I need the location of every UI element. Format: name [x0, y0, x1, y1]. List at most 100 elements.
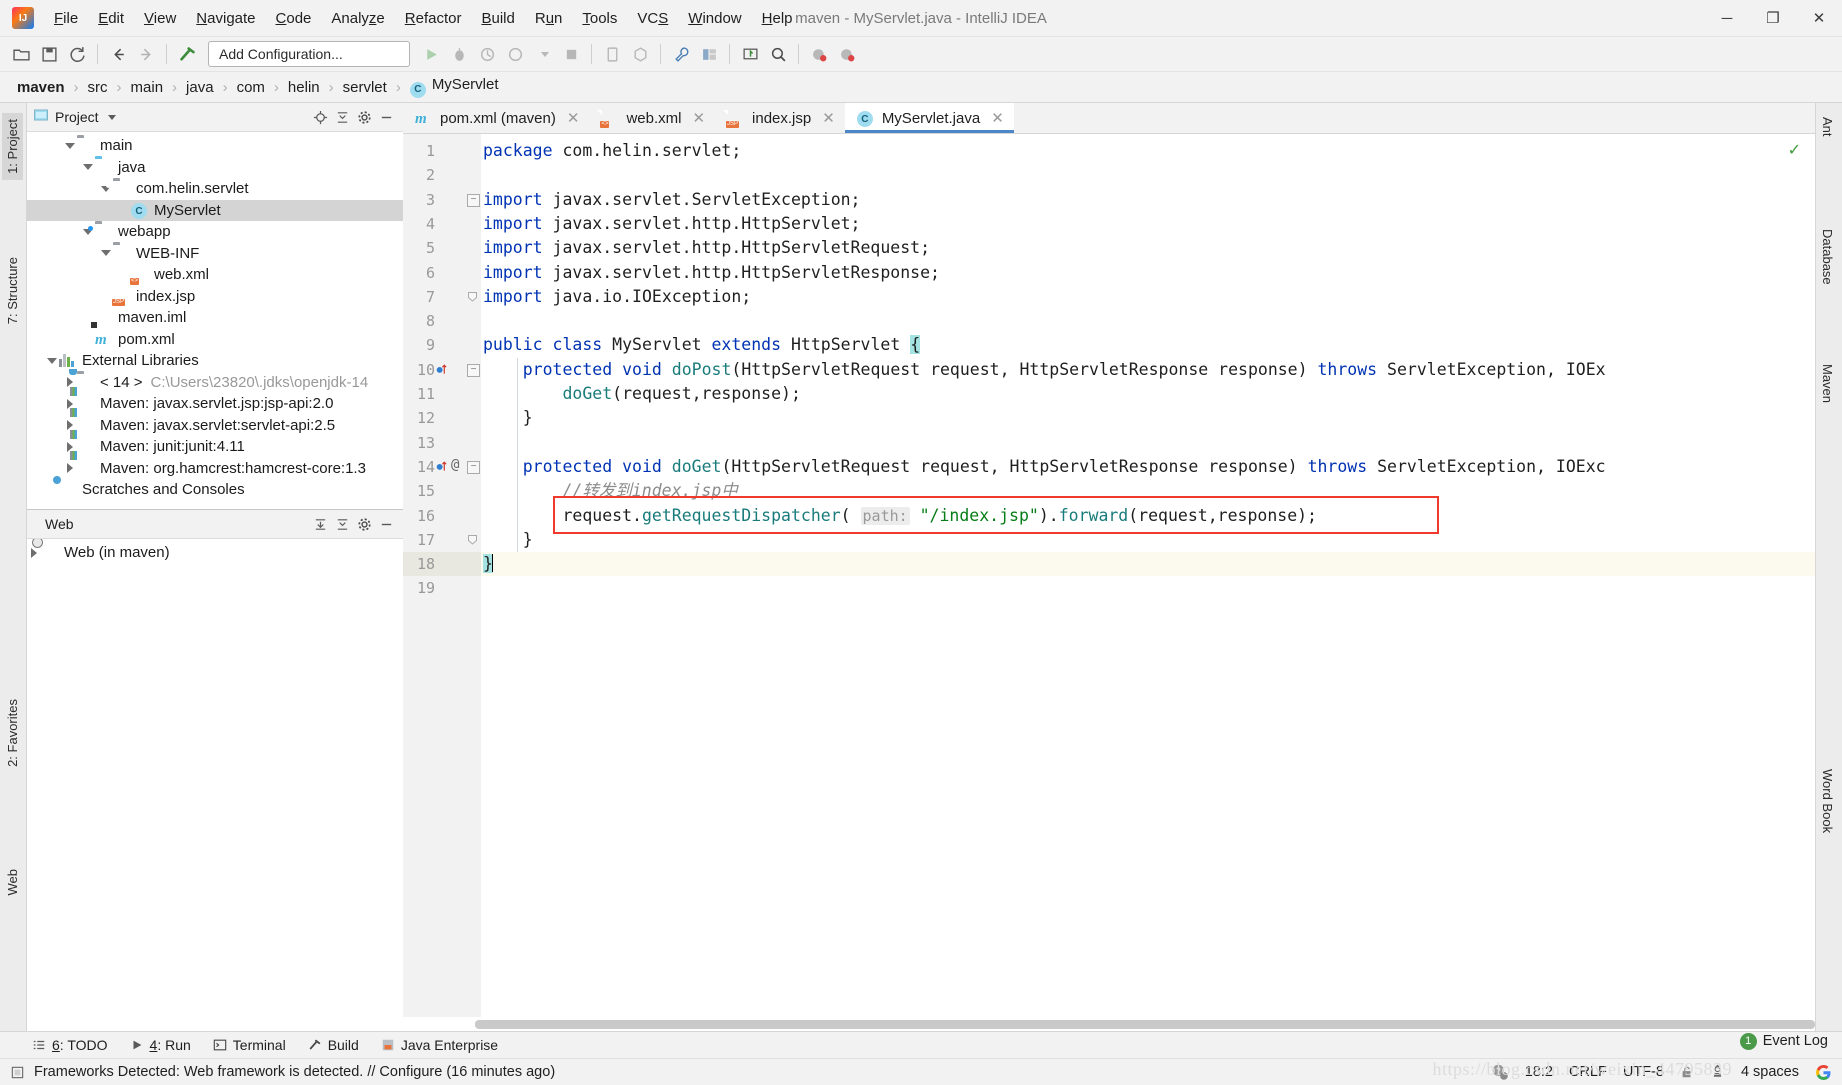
back-arrow-icon[interactable] [105, 41, 131, 67]
sync-refresh-icon[interactable] [64, 41, 90, 67]
tree-node[interactable]: WEB-INF [27, 243, 403, 265]
tool-window-button-6-todo[interactable]: 6: TODO [22, 1035, 118, 1055]
fold-region-end-icon[interactable] [467, 534, 478, 545]
tool-window-tab-word-book[interactable]: Word Book [1817, 763, 1838, 839]
tree-node[interactable]: < 14 > C:\Users\23820\.jdks\openjdk-14 [27, 372, 403, 394]
breadcrumb-item-main[interactable]: main [128, 77, 167, 98]
menu-item-view[interactable]: View [134, 6, 186, 31]
chevron-down-icon[interactable] [99, 246, 113, 260]
tree-node[interactable]: maven.iml [27, 307, 403, 329]
editor-tab-myservlet-java[interactable]: C MyServlet.java ✕ [844, 103, 1014, 133]
menu-item-file[interactable]: File [44, 6, 88, 31]
tree-node[interactable]: Maven: javax.servlet.jsp:jsp-api:2.0 [27, 393, 403, 415]
close-tab-icon[interactable]: ✕ [991, 109, 1004, 127]
menu-item-analyze[interactable]: Analyze [321, 6, 394, 31]
hammer-build-icon[interactable] [174, 41, 200, 67]
collapse-all-icon[interactable] [331, 513, 353, 535]
tree-node[interactable]: Maven: junit:junit:4.11 [27, 436, 403, 458]
menu-item-edit[interactable]: Edit [88, 6, 134, 31]
tree-node[interactable]: java [27, 157, 403, 179]
menu-item-navigate[interactable]: Navigate [186, 6, 265, 31]
run-coverage-icon[interactable] [474, 41, 500, 67]
close-tab-icon[interactable]: ✕ [692, 109, 705, 127]
settings-gear-icon[interactable] [353, 513, 375, 535]
no-branch-icon[interactable] [1710, 1064, 1725, 1080]
menu-item-window[interactable]: Window [678, 6, 751, 31]
menu-item-help[interactable]: Help [752, 6, 803, 31]
update-app-icon[interactable] [737, 41, 763, 67]
code-line[interactable]: public class MyServlet extends HttpServl… [483, 333, 921, 357]
editor-viewport[interactable]: 1 2 3 4 5 6 7 8 9 10 11 12 13 14 15 16 17 18 19 @ − − − packag… [403, 134, 1815, 1031]
minimize-button[interactable]: ─ [1704, 0, 1750, 36]
chevron-down-icon[interactable] [81, 160, 95, 174]
breadcrumb-item-maven[interactable]: maven [14, 77, 68, 98]
code-line[interactable]: import java.io.IOException; [483, 285, 751, 309]
unlocked-icon[interactable] [1680, 1064, 1694, 1080]
menu-item-build[interactable]: Build [471, 6, 524, 31]
profile-icon[interactable] [502, 41, 528, 67]
collapse-all-icon[interactable] [331, 106, 353, 128]
ide-help-icon[interactable] [806, 41, 832, 67]
sdk-manager-icon[interactable] [627, 41, 653, 67]
chevron-down-icon[interactable] [63, 139, 77, 153]
tree-node[interactable]: JSP index.jsp [27, 286, 403, 308]
breadcrumb-item-java[interactable]: java [183, 77, 217, 98]
tree-node[interactable]: m pom.xml [27, 329, 403, 351]
code-line[interactable]: protected void doPost(HttpServletRequest… [483, 358, 1606, 382]
breadcrumb-item-com[interactable]: com [234, 77, 268, 98]
close-button[interactable]: ✕ [1796, 0, 1842, 36]
breadcrumb-item-servlet[interactable]: servlet [340, 77, 390, 98]
tree-node[interactable]: Maven: javax.servlet:servlet-api:2.5 [27, 415, 403, 437]
chevron-down-icon[interactable] [530, 41, 556, 67]
tree-node[interactable]: Maven: org.hamcrest:hamcrest-core:1.3 [27, 458, 403, 480]
tool-window-button-java-enterprise[interactable]: Java Enterprise [371, 1035, 508, 1055]
override-method-icon[interactable] [435, 362, 448, 376]
hide-minus-icon[interactable] [375, 106, 397, 128]
maximize-button[interactable]: ❐ [1750, 0, 1796, 36]
event-log-button[interactable]: 1 Event Log [1739, 1028, 1828, 1054]
code-line[interactable]: } [483, 406, 533, 430]
forward-arrow-icon[interactable] [133, 41, 159, 67]
save-all-icon[interactable] [36, 41, 62, 67]
run-configuration-selector[interactable]: Add Configuration... [208, 41, 410, 67]
fold-region-end-icon[interactable] [467, 291, 478, 302]
caret-position[interactable]: 18:2 [1525, 1064, 1553, 1080]
line-separator[interactable]: CRLF [1569, 1064, 1607, 1080]
tool-window-tab-1-project[interactable]: 1: Project [2, 113, 23, 180]
search-everywhere-icon[interactable] [765, 41, 791, 67]
run-icon[interactable] [418, 41, 444, 67]
menu-item-refactor[interactable]: Refactor [395, 6, 472, 31]
code-line[interactable]: request.getRequestDispatcher( path: "/in… [483, 504, 1317, 528]
tool-window-tab-database[interactable]: Database [1817, 223, 1838, 291]
fold-collapse-icon[interactable]: − [467, 460, 480, 474]
hide-minus-icon[interactable] [375, 513, 397, 535]
code-line[interactable]: doGet(request,response); [483, 382, 800, 406]
code-content[interactable]: package com.helin.servlet; import javax.s… [481, 134, 1815, 1031]
chevron-right-icon[interactable] [27, 546, 41, 560]
project-view-chevron-icon[interactable] [105, 114, 116, 120]
code-line[interactable]: import javax.servlet.http.HttpServlet; [483, 212, 861, 236]
tool-window-button-4-run[interactable]: 4: Run [120, 1035, 201, 1055]
inspection-ok-icon[interactable]: ✓ [1788, 140, 1801, 160]
web-tree[interactable]: Web (in maven) [27, 539, 403, 1031]
tree-node[interactable]: C MyServlet [27, 199, 403, 221]
code-line[interactable]: package com.helin.servlet; [483, 139, 741, 163]
code-line[interactable]: import javax.servlet.ServletException; [483, 188, 861, 212]
locate-target-icon[interactable] [309, 106, 331, 128]
menu-item-run[interactable]: Run [525, 6, 573, 31]
stop-icon[interactable] [558, 41, 584, 67]
editor-tab-index-jsp[interactable]: JSP index.jsp ✕ [715, 103, 845, 133]
tool-window-button-terminal[interactable]: Terminal [203, 1035, 296, 1055]
breadcrumb-item-helin[interactable]: helin [285, 77, 323, 98]
feedback-icon[interactable] [834, 41, 860, 67]
menu-item-code[interactable]: Code [266, 6, 322, 31]
code-line[interactable]: import javax.servlet.http.HttpServletRes… [483, 261, 940, 285]
indent-setting[interactable]: 4 spaces [1741, 1064, 1799, 1080]
code-line[interactable]: //转发到index.jsp中 [483, 479, 737, 503]
tree-node[interactable]: Scratches and Consoles [27, 479, 403, 501]
horizontal-scrollbar[interactable] [403, 1017, 1815, 1031]
tree-node[interactable]: <> web.xml [27, 264, 403, 286]
code-line[interactable]: protected void doGet(HttpServletRequest … [483, 455, 1606, 479]
tree-node[interactable]: com.helin.servlet [27, 178, 403, 200]
chevron-right-icon[interactable] [63, 461, 77, 475]
